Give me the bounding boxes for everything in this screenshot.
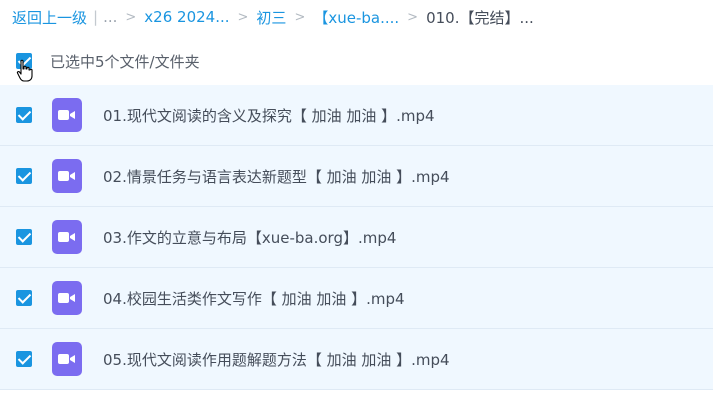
chevron-right-icon: >	[125, 9, 137, 25]
chevron-right-icon: >	[237, 9, 249, 25]
file-name[interactable]: 01.现代文阅读的含义及探究【 加油 加油 】.mp4	[103, 105, 435, 126]
breadcrumb-ellipsis[interactable]: ...	[103, 8, 117, 26]
file-row[interactable]: 05.现代文阅读作用题解题方法【 加油 加油 】.mp4	[0, 329, 713, 390]
video-file-icon	[52, 220, 82, 254]
file-row[interactable]: 01.现代文阅读的含义及探究【 加油 加油 】.mp4	[0, 85, 713, 146]
breadcrumb-divider: |	[93, 8, 99, 26]
chevron-right-icon: >	[407, 9, 419, 25]
breadcrumb-item-x26[interactable]: x26 2024...	[144, 8, 229, 26]
file-checkbox[interactable]	[16, 290, 32, 306]
file-browser: 返回上一级 | ... > x26 2024... > 初三 > 【xue-ba…	[0, 0, 713, 406]
breadcrumb-item-xueba[interactable]: 【xue-ba....	[313, 7, 399, 28]
hand-cursor-icon	[16, 59, 33, 82]
selection-count-label: 已选中5个文件/文件夹	[50, 53, 200, 71]
file-checkbox[interactable]	[16, 107, 32, 123]
file-name[interactable]: 05.现代文阅读作用题解题方法【 加油 加油 】.mp4	[103, 349, 450, 370]
chevron-right-icon: >	[294, 9, 306, 25]
file-name[interactable]: 04.校园生活类作文写作【 加油 加油 】.mp4	[103, 288, 405, 309]
video-file-icon	[52, 281, 82, 315]
file-checkbox[interactable]	[16, 351, 32, 367]
file-name[interactable]: 02.情景任务与语言表达新题型【 加油 加油 】.mp4	[103, 166, 450, 187]
file-checkbox[interactable]	[16, 229, 32, 245]
file-row[interactable]: 02.情景任务与语言表达新题型【 加油 加油 】.mp4	[0, 146, 713, 207]
video-file-icon	[52, 342, 82, 376]
file-name[interactable]: 03.作文的立意与布局【xue-ba.org】.mp4	[103, 227, 396, 248]
breadcrumb: 返回上一级 | ... > x26 2024... > 初三 > 【xue-ba…	[12, 6, 534, 28]
back-link[interactable]: 返回上一级	[12, 7, 87, 28]
breadcrumb-current: 010.【完结】...	[426, 8, 534, 27]
selection-header: 已选中5个文件/文件夹	[0, 44, 713, 78]
breadcrumb-item-grade[interactable]: 初三	[256, 7, 286, 28]
video-file-icon	[52, 98, 82, 132]
file-row[interactable]: 04.校园生活类作文写作【 加油 加油 】.mp4	[0, 268, 713, 329]
video-file-icon	[52, 159, 82, 193]
file-list: 01.现代文阅读的含义及探究【 加油 加油 】.mp4 02.情景任务与语言表达…	[0, 85, 713, 390]
file-row[interactable]: 03.作文的立意与布局【xue-ba.org】.mp4	[0, 207, 713, 268]
file-checkbox[interactable]	[16, 168, 32, 184]
